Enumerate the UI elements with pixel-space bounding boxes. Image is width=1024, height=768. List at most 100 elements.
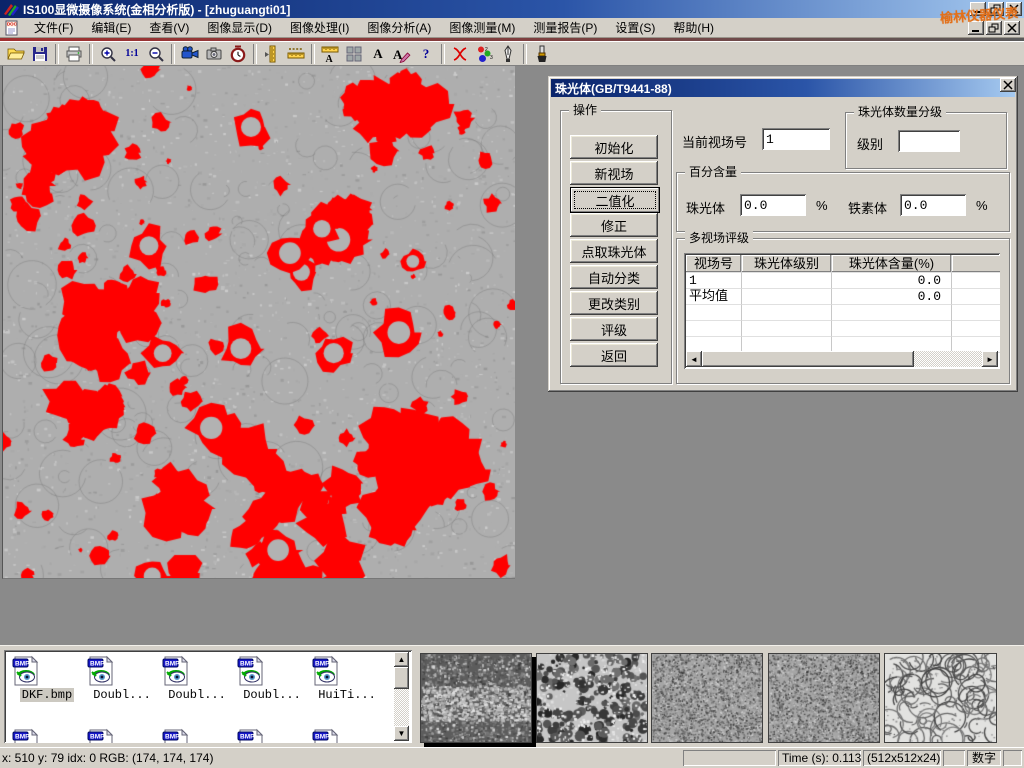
file-name[interactable]: Doubl...: [166, 688, 228, 702]
file-browser[interactable]: BMPDKF.bmpBMPDoubl...BMPDoubl...BMPDoubl…: [4, 650, 412, 743]
file-name[interactable]: DKF.bmp: [20, 688, 74, 702]
table-row-1[interactable]: 10.0: [686, 273, 998, 289]
pearlite-input[interactable]: [740, 194, 806, 216]
dialog-close-icon[interactable]: [1000, 78, 1016, 92]
pen-tool[interactable]: [496, 43, 520, 65]
toolbar-separator: [89, 44, 93, 64]
scroll-up-icon[interactable]: ▲: [394, 652, 409, 667]
actual-size-icon[interactable]: 1:1: [120, 43, 144, 65]
file-name[interactable]: Doubl...: [241, 688, 303, 702]
dialog-button-7[interactable]: 更改类别: [570, 291, 658, 315]
scrollbar-track[interactable]: [914, 351, 982, 367]
thumbnail-1[interactable]: [420, 653, 532, 743]
title-bar: IS100显微摄像系统(金相分析版) - [zhuguangti01]: [0, 0, 1024, 18]
mdi-close-button[interactable]: [1004, 21, 1020, 35]
scroll-left-icon[interactable]: ◄: [686, 351, 702, 367]
zoom-out-icon[interactable]: [144, 43, 168, 65]
text-icon[interactable]: A: [366, 43, 390, 65]
scroll-right-icon[interactable]: ►: [982, 351, 998, 367]
table-header-2[interactable]: 珠光体级别: [742, 255, 832, 273]
table-cell: [952, 289, 1000, 305]
file-name[interactable]: HuiTi...: [316, 688, 378, 702]
table-cell: [952, 305, 1000, 321]
table-header-3[interactable]: 珠光体含量(%): [832, 255, 952, 273]
menu-item-4[interactable]: 图像显示(D): [198, 19, 281, 37]
menu-item-6[interactable]: 图像分析(A): [358, 19, 440, 37]
file-item-row2-5[interactable]: BMP: [310, 728, 384, 743]
bmp-file-icon: BMP: [85, 655, 159, 687]
help-icon[interactable]: ?: [414, 43, 438, 65]
file-item-5[interactable]: BMPHuiTi...: [310, 655, 384, 702]
ferrite-input[interactable]: [900, 194, 966, 216]
table-header-1[interactable]: 视场号: [686, 255, 742, 273]
menu-item-8[interactable]: 测量报告(P): [524, 19, 606, 37]
dialog-button-5[interactable]: 点取珠光体: [570, 239, 658, 263]
table-horizontal-scrollbar[interactable]: ◄ ►: [686, 351, 998, 367]
save-file-icon[interactable]: [28, 43, 52, 65]
menu-item-7[interactable]: 图像测量(M): [440, 19, 524, 37]
dialog-title-bar[interactable]: 珠光体(GB/T9441-88): [551, 79, 1015, 97]
file-item-3[interactable]: BMPDoubl...: [160, 655, 234, 702]
file-item-1[interactable]: BMPDKF.bmp: [10, 655, 84, 702]
file-name[interactable]: Doubl...: [91, 688, 153, 702]
status-mode: 数字: [967, 750, 1001, 766]
annotate-icon[interactable]: A: [390, 43, 414, 65]
timer-icon[interactable]: [226, 43, 250, 65]
camera-icon[interactable]: [202, 43, 226, 65]
file-item-row2-3[interactable]: BMP: [160, 728, 234, 743]
pearlite-percent-sign: %: [816, 198, 828, 213]
menu-item-9[interactable]: 设置(S): [606, 19, 664, 37]
thumbnail-3[interactable]: [651, 653, 763, 743]
classify-icon[interactable]: 23: [472, 43, 496, 65]
table-row-2[interactable]: 平均值0.0: [686, 289, 998, 305]
document-icon[interactable]: DOC: [4, 20, 19, 36]
menu-item-10[interactable]: 帮助(H): [664, 19, 723, 37]
dialog-button-3[interactable]: 二值化: [570, 187, 660, 213]
zoom-in-icon[interactable]: [96, 43, 120, 65]
status-time: Time (s): 0.113: [778, 750, 861, 766]
ruler-icon[interactable]: [284, 43, 308, 65]
thumbnail-5[interactable]: [884, 653, 997, 743]
gallery-panel: BMPDKF.bmpBMPDoubl...BMPDoubl...BMPDoubl…: [0, 645, 1024, 748]
pattern-icon[interactable]: [342, 43, 366, 65]
brush-tool[interactable]: [530, 43, 554, 65]
thumbnail-4[interactable]: [768, 653, 880, 743]
print-icon[interactable]: [62, 43, 86, 65]
metallograph-image[interactable]: [2, 66, 515, 579]
dialog-button-2[interactable]: 新视场: [570, 161, 658, 185]
svg-text:BMP: BMP: [90, 734, 105, 741]
table-header-4[interactable]: 铁素体含量(%): [952, 255, 1000, 273]
menu-item-5[interactable]: 图像处理(I): [281, 19, 358, 37]
file-item-row2-1[interactable]: BMP: [10, 728, 84, 743]
curve-tool[interactable]: [448, 43, 472, 65]
dialog-button-4[interactable]: 修正: [570, 213, 658, 237]
menu-item-2[interactable]: 编辑(E): [82, 19, 140, 37]
table-row-4[interactable]: [686, 321, 998, 337]
open-file-icon[interactable]: [4, 43, 28, 65]
grade-input[interactable]: [898, 130, 960, 152]
scroll-down-icon[interactable]: ▼: [394, 726, 409, 741]
file-item-4[interactable]: BMPDoubl...: [235, 655, 309, 702]
dialog-button-6[interactable]: 自动分类: [570, 265, 658, 289]
file-item-row2-2[interactable]: BMP: [85, 728, 159, 743]
thumbnail-2[interactable]: [536, 653, 648, 743]
file-item-2[interactable]: BMPDoubl...: [85, 655, 159, 702]
file-item-row2-4[interactable]: BMP: [235, 728, 309, 743]
current-field-input[interactable]: [762, 128, 830, 150]
dialog-button-1[interactable]: 初始化: [570, 135, 658, 159]
scrollbar-thumb[interactable]: [702, 351, 914, 367]
dialog-button-9[interactable]: 返回: [570, 343, 658, 367]
table-cell: [742, 289, 832, 305]
current-field-label: 当前视场号: [682, 132, 747, 151]
caliper-icon[interactable]: [260, 43, 284, 65]
video-camera-icon[interactable]: [178, 43, 202, 65]
menu-item-1[interactable]: 文件(F): [25, 19, 82, 37]
file-scrollbar[interactable]: ▲ ▼: [394, 652, 410, 741]
multi-field-table[interactable]: 视场号珠光体级别珠光体含量(%)铁素体含量(%)10.0平均值0.0 ◄ ►: [684, 253, 1000, 369]
table-row-3[interactable]: [686, 305, 998, 321]
dialog-button-8[interactable]: 评级: [570, 317, 658, 341]
table-cell: 0.0: [832, 273, 952, 289]
file-scrollbar-thumb[interactable]: [394, 667, 409, 689]
measure-text-icon[interactable]: A: [318, 43, 342, 65]
menu-item-3[interactable]: 查看(V): [140, 19, 198, 37]
